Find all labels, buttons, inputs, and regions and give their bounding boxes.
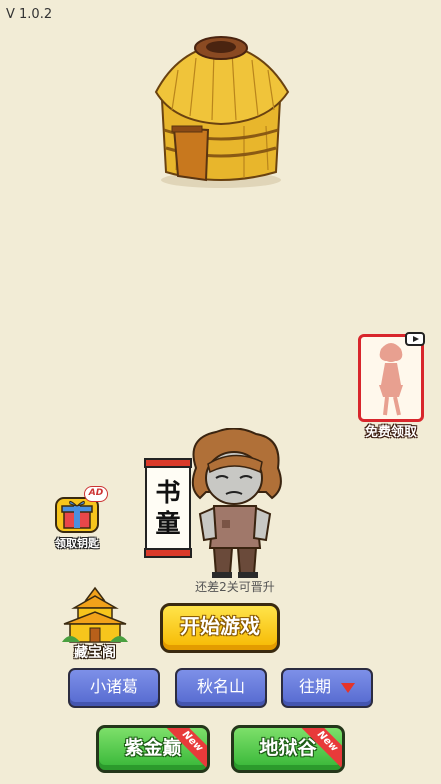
level-button-label: 紫金巅 [124, 737, 182, 759]
treasure-pavilion-icon[interactable] [60, 586, 130, 646]
start-game-button[interactable]: 开始游戏 [160, 603, 280, 653]
mode-button-label: 小诸葛 [89, 677, 138, 696]
dropdown-arrow-icon [341, 682, 355, 693]
rank-char: 书 [155, 477, 181, 507]
straw-hut-illustration [154, 36, 290, 188]
mode-button-label: 秋名山 [196, 677, 245, 696]
ad-badge: AD [84, 486, 108, 502]
level-button-diyugu[interactable]: 地狱谷 New [231, 725, 345, 773]
rank-char: 童 [155, 509, 181, 538]
rank-scroll: 书 童 [144, 458, 192, 558]
video-play-icon [405, 332, 425, 346]
treasure-label: 藏宝阁 [74, 645, 116, 661]
free-claim-label: 免费领取 [364, 425, 417, 440]
promotion-hint: 还差2关可晋升 [195, 580, 275, 594]
mode-button-past[interactable]: 往期 [281, 668, 373, 708]
free-claim-card[interactable] [358, 332, 425, 422]
level-button-zijindian[interactable]: 紫金巅 New [96, 725, 210, 773]
mode-button-label: 往期 [298, 677, 331, 696]
mode-button-xiaozhuge[interactable]: 小诸葛 [68, 668, 160, 708]
claim-key-label: 领取钥匙 [55, 537, 99, 550]
level-button-label: 地狱谷 [259, 737, 317, 759]
version-label: V 1.0.2 [6, 7, 53, 22]
girl-silhouette-icon [379, 343, 403, 416]
player-character [191, 428, 282, 578]
mode-button-qiumingshan[interactable]: 秋名山 [175, 668, 267, 708]
